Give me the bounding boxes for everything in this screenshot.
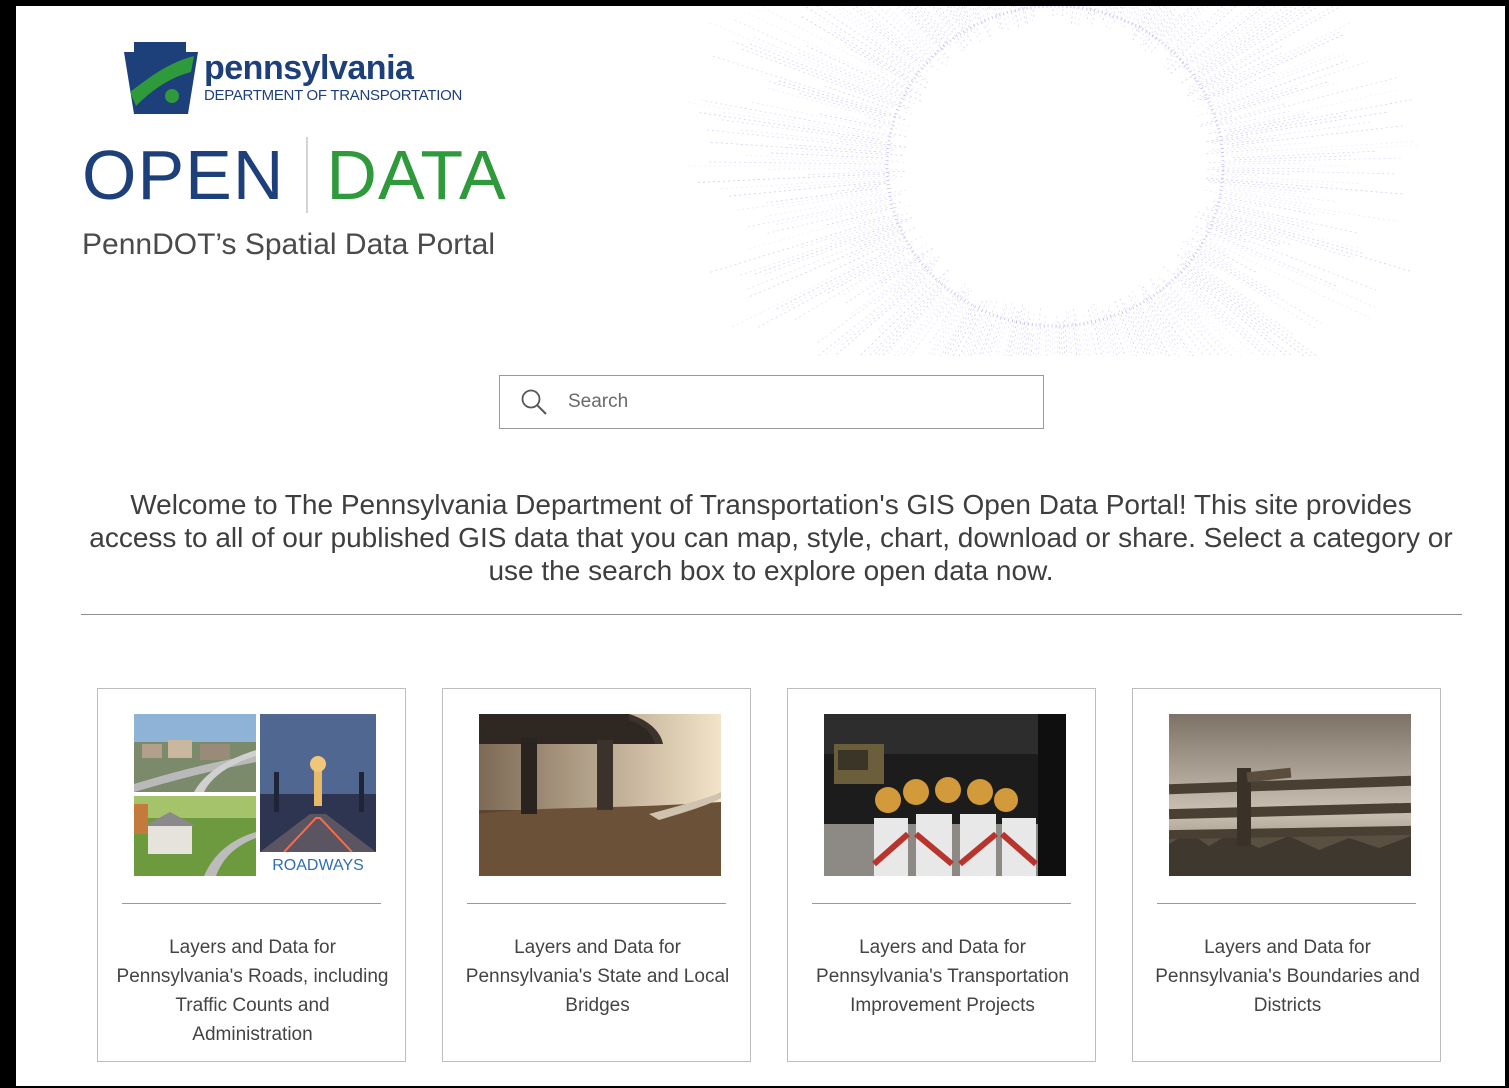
keystone-logo-icon	[124, 42, 198, 114]
search-input[interactable]	[568, 391, 1008, 413]
logo-name: pennsylvania	[204, 48, 414, 87]
category-card-projects[interactable]: Layers and Data for Pennsylvania's Trans…	[787, 688, 1096, 1062]
category-card-bridges[interactable]: Layers and Data for Pennsylvania's State…	[442, 688, 751, 1062]
card-divider	[1157, 903, 1416, 904]
category-card-roads[interactable]: ROADWAYS Layers and Data for Pennsylvani…	[97, 688, 406, 1062]
portal-subtitle: PennDOT’s Spatial Data Portal	[82, 228, 495, 261]
title-divider	[306, 137, 309, 213]
data-word: DATA	[326, 136, 507, 214]
fence-photo-image[interactable]	[1169, 714, 1411, 876]
welcome-text: Welcome to The Pennsylvania Department o…	[89, 489, 1453, 586]
category-label[interactable]: Layers and Data for Pennsylvania's Trans…	[804, 933, 1081, 1020]
card-divider	[122, 903, 381, 904]
roadways-caption: ROADWAYS	[272, 857, 364, 874]
category-label[interactable]: Layers and Data for Pennsylvania's Roads…	[114, 933, 391, 1049]
radial-data-graphic	[687, 6, 1419, 356]
roadways-collage-image[interactable]: ROADWAYS	[134, 714, 376, 876]
category-label[interactable]: Layers and Data for Pennsylvania's Bound…	[1149, 933, 1426, 1020]
construction-barriers-image[interactable]	[824, 714, 1066, 876]
category-label[interactable]: Layers and Data for Pennsylvania's State…	[459, 933, 736, 1020]
open-word: OPEN	[82, 136, 285, 214]
category-card-boundaries[interactable]: Layers and Data for Pennsylvania's Bound…	[1132, 688, 1441, 1062]
card-divider	[467, 903, 726, 904]
penndot-logo[interactable]: pennsylvania DEPARTMENT OF TRANSPORTATIO…	[124, 42, 462, 114]
search-icon	[521, 389, 547, 415]
page: pennsylvania DEPARTMENT OF TRANSPORTATIO…	[16, 6, 1505, 1086]
open-data-title: OPEN DATA	[82, 134, 507, 216]
bridge-photo-image[interactable]	[479, 714, 721, 876]
logo-department: DEPARTMENT OF TRANSPORTATION	[204, 86, 463, 104]
search-box[interactable]	[499, 375, 1044, 429]
card-divider	[812, 903, 1071, 904]
section-divider	[81, 614, 1462, 615]
